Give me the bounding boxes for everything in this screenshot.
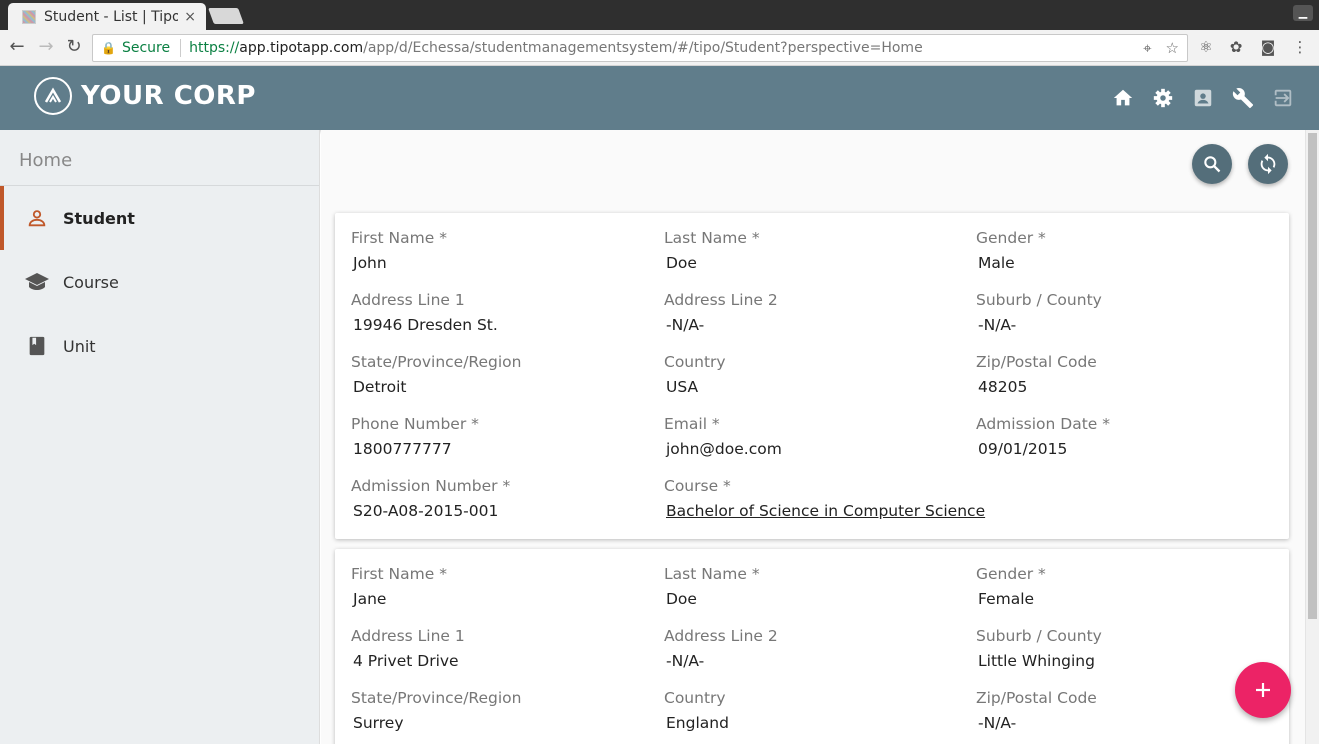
app-header: YOUR CORP bbox=[0, 66, 1319, 130]
field-last-name: Last Name * Doe bbox=[664, 229, 760, 272]
field-address-line-2: Address Line 2 -N/A- bbox=[664, 291, 778, 334]
main-content: First Name * John Last Name * Doe Gender *… bbox=[321, 130, 1305, 744]
student-card[interactable]: First Name * Jane Last Name * Doe Gender *… bbox=[335, 549, 1289, 744]
extension-icon[interactable]: ✿ bbox=[1226, 38, 1246, 56]
plus-icon bbox=[1256, 683, 1270, 697]
sidebar: Home Student Course Unit bbox=[0, 130, 320, 744]
field-last-name: Last Name * Doe bbox=[664, 565, 760, 608]
sidebar-item-label: Unit bbox=[63, 336, 96, 356]
scrollbar[interactable] bbox=[1305, 130, 1319, 744]
add-button[interactable] bbox=[1235, 662, 1291, 718]
browser-tab[interactable]: Student - List | Tipo × bbox=[8, 3, 206, 30]
sidebar-item-course[interactable]: Course bbox=[0, 250, 319, 314]
field-gender: Gender * Female bbox=[976, 565, 1046, 608]
sidebar-home[interactable]: Home bbox=[0, 130, 319, 186]
browser-toolbar: ← → ↻ 🔒 Secure https://app.tipotapp.com /… bbox=[0, 30, 1319, 66]
brand-logo[interactable]: YOUR CORP bbox=[34, 77, 256, 115]
person-icon bbox=[24, 205, 50, 231]
sidebar-item-label: Student bbox=[63, 208, 135, 228]
secure-label: Secure bbox=[121, 40, 171, 56]
book-icon bbox=[24, 333, 50, 359]
student-card[interactable]: First Name * John Last Name * Doe Gender *… bbox=[335, 213, 1289, 539]
field-first-name: First Name * John bbox=[351, 229, 447, 272]
url-path: /app/d/Echessa/studentmanagementsystem/#… bbox=[363, 40, 923, 56]
field-suburb: Suburb / County Little Whinging bbox=[976, 627, 1102, 670]
bookmark-star-icon[interactable]: ☆ bbox=[1166, 39, 1179, 57]
window-control-icon[interactable]: ▁ bbox=[1293, 5, 1313, 21]
sidebar-item-label: Course bbox=[63, 272, 119, 292]
location-icon[interactable]: ⌖ bbox=[1143, 39, 1151, 57]
menu-icon[interactable]: ⋮ bbox=[1290, 38, 1310, 56]
course-link[interactable]: Bachelor of Science in Computer Science bbox=[664, 502, 1064, 520]
url-scheme: https:// bbox=[189, 40, 240, 56]
sidebar-item-unit[interactable]: Unit bbox=[0, 314, 319, 378]
field-first-name: First Name * Jane bbox=[351, 565, 447, 608]
home-icon[interactable] bbox=[1111, 86, 1135, 110]
react-extension-icon[interactable]: ⚛ bbox=[1196, 38, 1216, 56]
field-country: Country England bbox=[664, 689, 729, 732]
url-host: app.tipotapp.com bbox=[239, 40, 364, 56]
tab-title: Student - List | Tipo bbox=[44, 8, 179, 25]
forward-icon[interactable]: → bbox=[35, 36, 57, 58]
field-gender: Gender * Male bbox=[976, 229, 1046, 272]
settings-icon[interactable] bbox=[1151, 86, 1175, 110]
camera-icon[interactable]: ◙ bbox=[1258, 38, 1278, 56]
refresh-button[interactable] bbox=[1248, 144, 1288, 184]
account-box-icon[interactable] bbox=[1191, 86, 1215, 110]
field-email: Email * john@doe.com bbox=[664, 415, 782, 458]
school-icon bbox=[24, 269, 50, 295]
reload-icon[interactable]: ↻ bbox=[63, 36, 85, 58]
field-phone: Phone Number * 1800777777 bbox=[351, 415, 479, 458]
field-suburb: Suburb / County -N/A- bbox=[976, 291, 1102, 334]
field-zip: Zip/Postal Code 48205 bbox=[976, 353, 1097, 396]
logo-icon bbox=[34, 77, 72, 115]
field-course: Course * Bachelor of Science in Computer … bbox=[664, 477, 1064, 520]
back-icon[interactable]: ← bbox=[6, 36, 28, 58]
search-button[interactable] bbox=[1192, 144, 1232, 184]
field-state: State/Province/Region Surrey bbox=[351, 689, 522, 732]
field-state: State/Province/Region Detroit bbox=[351, 353, 522, 396]
logout-icon[interactable] bbox=[1271, 86, 1295, 110]
field-address-line-1: Address Line 1 19946 Dresden St. bbox=[351, 291, 498, 334]
field-zip: Zip/Postal Code -N/A- bbox=[976, 689, 1097, 732]
field-admission-number: Admission Number * S20-A08-2015-001 bbox=[351, 477, 511, 520]
field-address-line-2: Address Line 2 -N/A- bbox=[664, 627, 778, 670]
new-tab-button[interactable] bbox=[208, 8, 244, 24]
brand-name: YOUR CORP bbox=[81, 81, 256, 111]
browser-tab-bar: Student - List | Tipo × ▁ bbox=[0, 0, 1319, 30]
favicon-icon bbox=[22, 9, 36, 24]
sidebar-item-student[interactable]: Student bbox=[0, 186, 319, 250]
address-bar[interactable]: 🔒 Secure https://app.tipotapp.com/app/d/… bbox=[92, 34, 1188, 62]
field-admission-date: Admission Date * 09/01/2015 bbox=[976, 415, 1110, 458]
field-country: Country USA bbox=[664, 353, 726, 396]
scrollbar-thumb[interactable] bbox=[1308, 133, 1317, 619]
tab-close-icon[interactable]: × bbox=[184, 9, 196, 25]
lock-icon: 🔒 bbox=[101, 41, 116, 55]
wrench-icon[interactable] bbox=[1231, 86, 1255, 110]
field-address-line-1: Address Line 14 Privet Drive bbox=[351, 627, 465, 670]
